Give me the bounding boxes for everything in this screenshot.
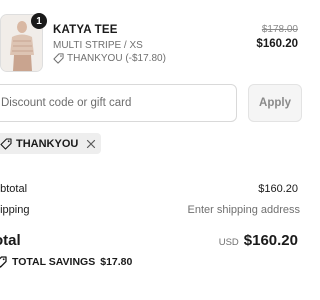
total-amount: $160.20 (243, 232, 298, 249)
shipping-value: Enter shipping address (187, 204, 300, 216)
total-label: otal (0, 232, 21, 249)
product-discount: THANKYOU (-$17.80) (53, 53, 166, 64)
quantity-badge: 1 (31, 13, 47, 29)
product-discount-label: THANKYOU (-$17.80) (67, 53, 166, 64)
apply-button[interactable]: Apply (248, 84, 302, 122)
subtotal-label: ubtotal (0, 183, 28, 195)
subtotal-value: $160.20 (258, 183, 298, 195)
total-savings-value: $17.80 (100, 256, 133, 268)
tag-icon (0, 137, 12, 150)
applied-discount-label: THANKYOU (16, 137, 79, 150)
total-savings-label: TOTAL SAVINGS (12, 256, 96, 268)
close-icon[interactable] (86, 139, 96, 149)
shipping-label: hipping (0, 204, 30, 216)
compare-at-price: $178.00 (261, 24, 298, 35)
product-price: $160.20 (256, 38, 298, 50)
applied-discount-chip: THANKYOU (0, 133, 102, 154)
tag-icon (0, 256, 7, 268)
currency-code: USD (218, 237, 239, 248)
total-savings: TOTAL SAVINGS $17.80 (0, 256, 132, 268)
discount-code-input[interactable] (0, 84, 237, 122)
product-variant: MULTI STRIPE / XS (53, 40, 143, 51)
product-name: KATYA TEE (53, 24, 118, 36)
total-amount-group: USD $160.20 (219, 232, 298, 249)
tag-icon (53, 53, 64, 64)
